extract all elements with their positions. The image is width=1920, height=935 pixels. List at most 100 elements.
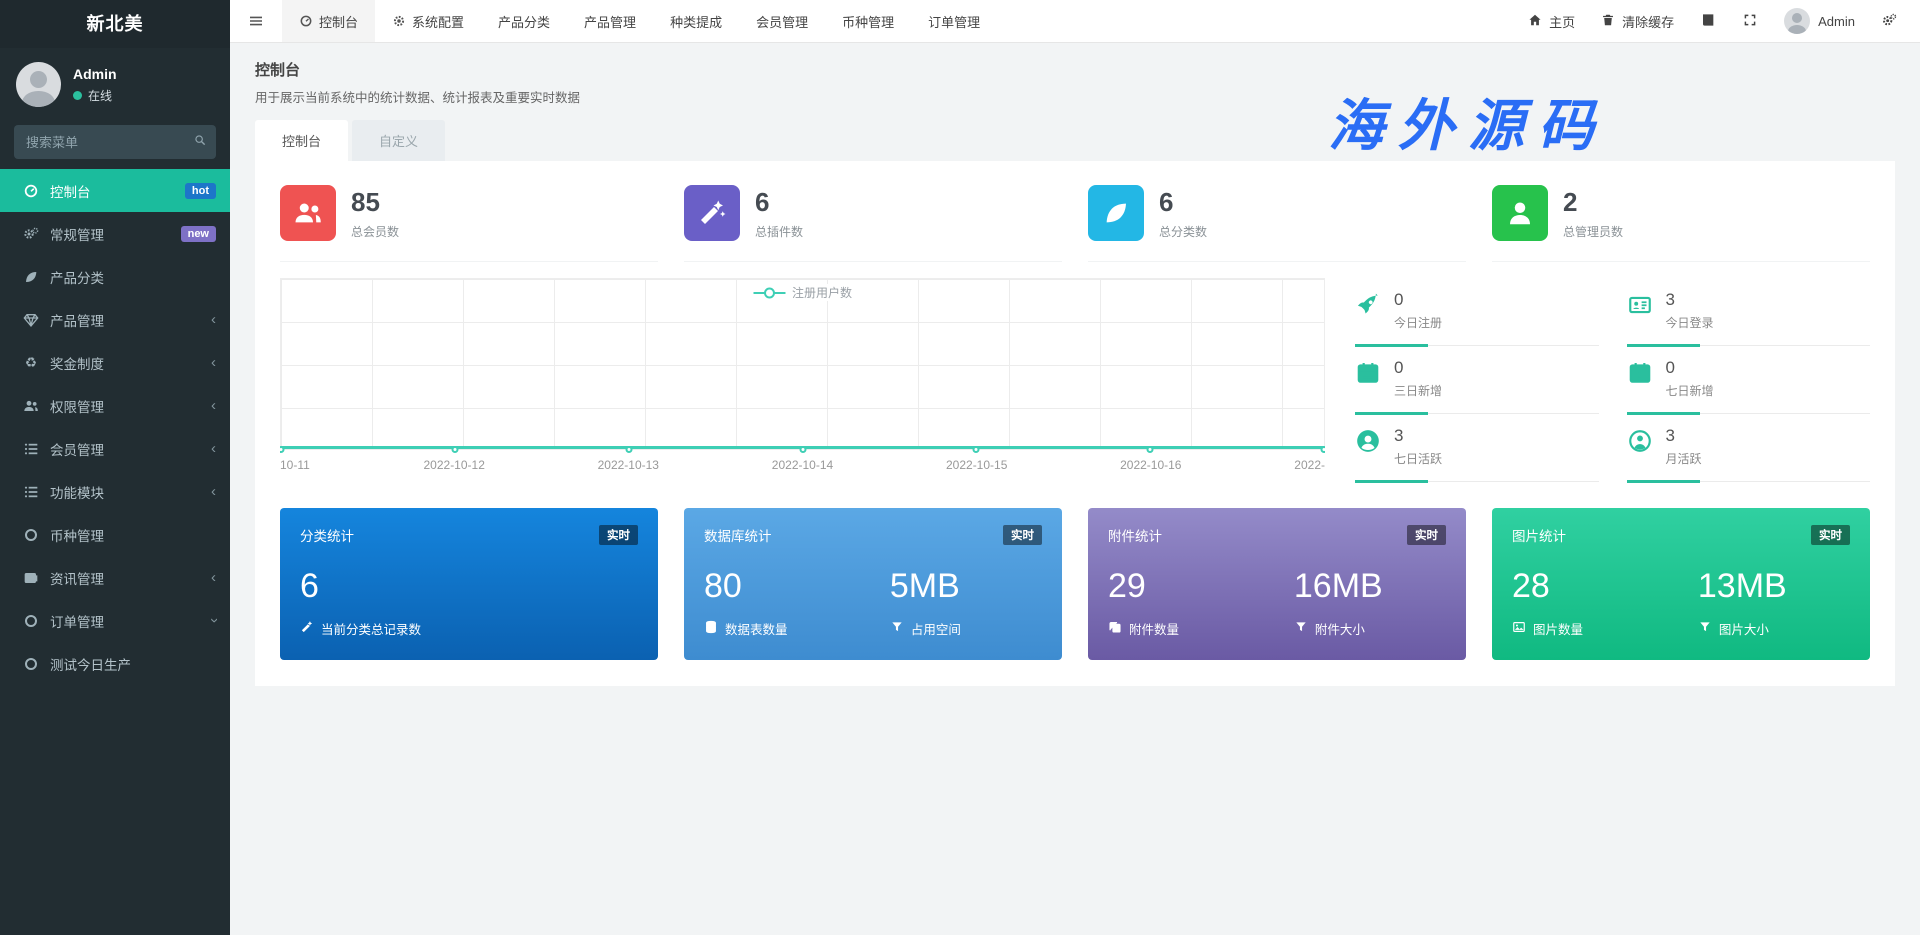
sidebar-item-members[interactable]: 会员管理 ‹ [0, 427, 230, 470]
tab-category-commission[interactable]: 种类提成 [653, 0, 739, 42]
stat-total-members: 85 总会员数 [280, 185, 658, 262]
realtime-badge: 实时 [599, 525, 638, 545]
tab-members[interactable]: 会员管理 [739, 0, 825, 42]
filter-icon [1698, 620, 1712, 637]
mini-stat-text: 0 今日注册 [1394, 290, 1442, 331]
sidebar-item-currency[interactable]: 币种管理 [0, 513, 230, 556]
card-metric-label: 数据表数量 [704, 619, 890, 638]
sidebar-item-label: 资讯管理 [50, 568, 211, 588]
search-icon[interactable] [193, 133, 207, 150]
calendar-icon [1355, 360, 1381, 386]
stat-label: 总管理员数 [1563, 223, 1623, 240]
sidebar-item-modules[interactable]: 功能模块 ‹ [0, 470, 230, 513]
hot-badge: hot [185, 183, 216, 199]
users-icon [20, 398, 42, 414]
mini-stat-text: 3 月活跃 [1666, 426, 1702, 467]
sidebar-item-test-today[interactable]: 测试今日生产 [0, 642, 230, 685]
card-value: 28 [1512, 567, 1698, 606]
leaf-icon [20, 269, 42, 285]
chevron-left-icon: ‹ [211, 440, 216, 457]
user-status[interactable]: 在线 [73, 87, 117, 104]
fullscreen-button[interactable] [1729, 0, 1771, 42]
user-icon [1492, 185, 1548, 241]
content-area: 海外源码 控制台 用于展示当前系统中的统计数据、统计报表及重要实时数据 控制台 … [230, 43, 1920, 935]
mini-stat-month-active[interactable]: 3 月活跃 [1627, 414, 1871, 482]
mini-stat-value: 3 [1666, 426, 1702, 446]
chevron-down-icon: ‹ [205, 618, 222, 623]
mini-stat-3day-new[interactable]: 0 三日新增 [1355, 346, 1599, 414]
sidebar-item-general[interactable]: 常规管理 new [0, 212, 230, 255]
menu-toggle-button[interactable] [230, 13, 282, 29]
cogs-icon [20, 226, 42, 242]
mini-stat-7day-active[interactable]: 3 七日活跃 [1355, 414, 1599, 482]
home-button[interactable]: 主页 [1515, 0, 1588, 42]
content-tab-custom[interactable]: 自定义 [352, 120, 445, 161]
chart-point [1321, 446, 1326, 453]
stat-label: 总插件数 [755, 223, 803, 240]
docs-button[interactable] [1687, 0, 1729, 42]
sidebar: 新北美 Admin 在线 控制台 hot [0, 0, 230, 935]
sidebar-item-product-category[interactable]: 产品分类 [0, 255, 230, 298]
circle-icon [20, 658, 42, 670]
tab-currency[interactable]: 币种管理 [825, 0, 911, 42]
chart-plot: 注册用户数 [280, 278, 1325, 450]
id-card-icon [1627, 292, 1653, 318]
tab-product-category[interactable]: 产品分类 [481, 0, 567, 42]
clear-cache-button[interactable]: 清除缓存 [1588, 0, 1687, 42]
magic-wand-icon [300, 620, 314, 637]
tab-dashboard[interactable]: 控制台 [282, 0, 375, 42]
chart-legend[interactable]: 注册用户数 [749, 284, 856, 301]
image-icon [1512, 620, 1526, 637]
tab-label: 控制台 [319, 12, 358, 31]
card-title: 图片统计 [1512, 525, 1566, 545]
mini-stat-label: 七日活跃 [1394, 450, 1442, 467]
sidebar-item-dashboard[interactable]: 控制台 hot [0, 169, 230, 212]
app-logo[interactable]: 新北美 [0, 0, 230, 48]
user-panel: Admin 在线 [0, 48, 230, 119]
sidebar-search [14, 125, 216, 159]
recycle-icon: ♻ [20, 355, 42, 371]
sidebar-item-product-manage[interactable]: 产品管理 ‹ [0, 298, 230, 341]
mini-stat-value: 0 [1394, 290, 1442, 310]
topbar: 控制台 系统配置 产品分类 产品管理 种类提成 会员管理 币种管理 订单管理 主… [230, 0, 1920, 43]
dashboard-icon [299, 14, 313, 28]
mini-stat-today-login[interactable]: 3 今日登录 [1627, 278, 1871, 346]
filter-icon [890, 620, 904, 637]
search-input[interactable] [14, 125, 216, 159]
sidebar-item-permissions[interactable]: 权限管理 ‹ [0, 384, 230, 427]
stat-text: 85 总会员数 [351, 187, 399, 240]
magic-wand-icon [684, 185, 740, 241]
mini-stat-text: 0 七日新增 [1666, 358, 1714, 399]
tab-label: 产品管理 [584, 12, 636, 31]
tab-product-manage[interactable]: 产品管理 [567, 0, 653, 42]
mini-stat-7day-new[interactable]: 0 七日新增 [1627, 346, 1871, 414]
x-tick: 2022-10-14 [772, 458, 833, 472]
card-value: 13MB [1698, 567, 1850, 606]
sidebar-item-bonus[interactable]: ♻ 奖金制度 ‹ [0, 341, 230, 384]
stat-value: 85 [351, 187, 399, 218]
settings-button[interactable] [1868, 0, 1910, 42]
tab-orders[interactable]: 订单管理 [911, 0, 997, 42]
mini-stat-today-register[interactable]: 0 今日注册 [1355, 278, 1599, 346]
tab-label: 产品分类 [498, 12, 550, 31]
sidebar-menu: 控制台 hot 常规管理 new 产品分类 产品管理 ‹ ♻ 奖金制度 ‹ [0, 169, 230, 685]
card-metric-label: 图片数量 [1512, 619, 1698, 638]
chart-point [799, 446, 806, 453]
card-value: 80 [704, 567, 890, 606]
user-name: Admin [73, 66, 117, 82]
content-tab-dashboard[interactable]: 控制台 [255, 120, 348, 161]
line-marker-icon [753, 292, 785, 294]
sidebar-item-news[interactable]: 资讯管理 ‹ [0, 556, 230, 599]
mini-stat-label: 今日注册 [1394, 314, 1442, 331]
mini-stat-text: 3 今日登录 [1666, 290, 1714, 331]
sidebar-item-orders[interactable]: 订单管理 ‹ [0, 599, 230, 642]
topbar-user-menu[interactable]: Admin [1771, 0, 1868, 42]
chevron-left-icon: ‹ [211, 569, 216, 586]
chart-point [451, 446, 458, 453]
stat-label: 总会员数 [351, 223, 399, 240]
sidebar-item-label: 会员管理 [50, 439, 211, 459]
card-value: 29 [1108, 567, 1294, 606]
card-database-stats: 数据库统计 实时 80 5MB 数据表数量 [684, 508, 1062, 660]
tab-system-config[interactable]: 系统配置 [375, 0, 481, 42]
stat-total-plugins: 6 总插件数 [684, 185, 1062, 262]
